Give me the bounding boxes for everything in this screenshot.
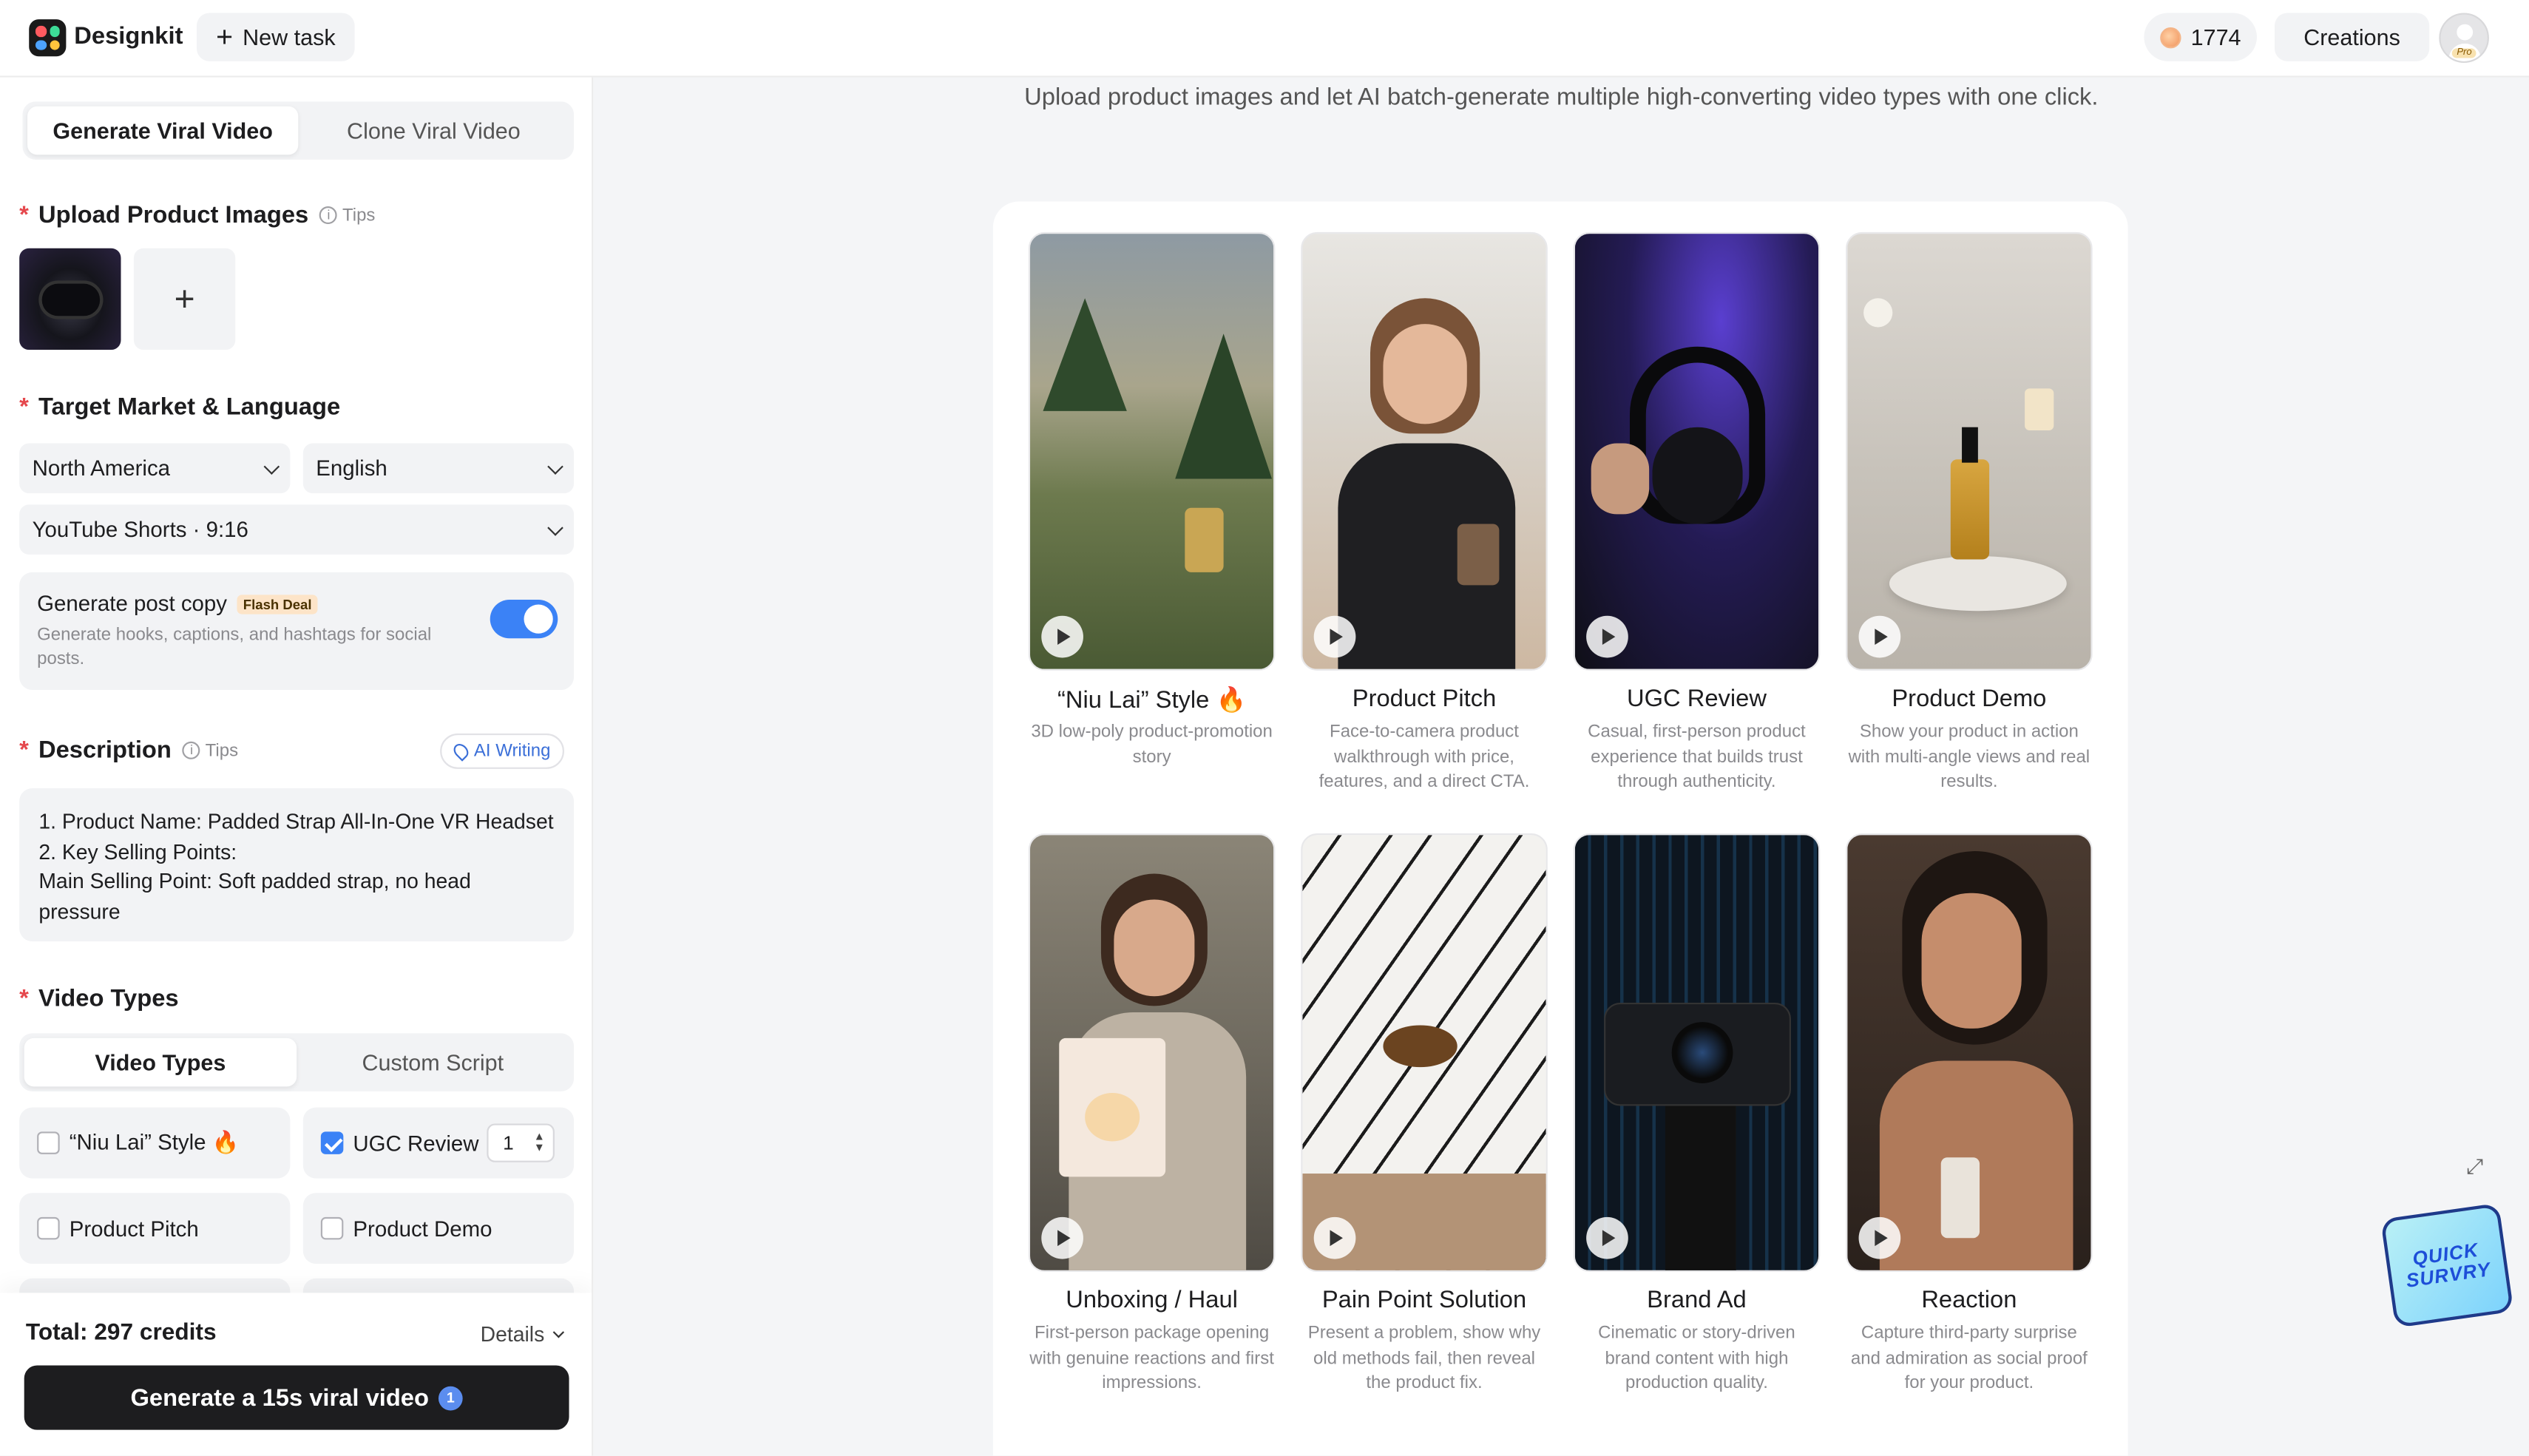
description-line: Main Selling Point: Soft padded strap, n… — [38, 869, 471, 924]
tile-title: UGC Review — [1626, 685, 1767, 713]
tile-description: Show your product in action with multi-a… — [1848, 722, 2090, 792]
play-icon[interactable] — [1858, 615, 1901, 658]
designkit-logo-icon[interactable] — [29, 19, 67, 57]
video-thumbnail[interactable] — [1028, 231, 1276, 671]
tab-clone-viral-video[interactable]: Clone Viral Video — [298, 106, 569, 155]
stepper-arrows-icon[interactable]: ▲ ▼ — [534, 1131, 545, 1154]
description-tips[interactable]: i Tips — [183, 741, 238, 760]
video-thumbnail[interactable] — [1846, 231, 2093, 671]
sidebar: Generate Viral Video Clone Viral Video *… — [0, 77, 594, 1456]
option-product-pitch[interactable]: Product Pitch — [19, 1193, 291, 1264]
new-task-button[interactable]: + New task — [196, 13, 355, 61]
play-icon[interactable] — [1586, 1216, 1628, 1259]
upload-section-title: * Upload Product Images i Tips — [19, 201, 376, 229]
option-niu-lai-style[interactable]: “Niu Lai” Style 🔥 — [19, 1107, 291, 1179]
tab-generate-viral-video[interactable]: Generate Viral Video — [27, 106, 299, 155]
checkbox[interactable] — [320, 1216, 344, 1240]
video-thumbnail[interactable] — [1028, 833, 1276, 1273]
play-icon[interactable] — [1313, 1216, 1356, 1259]
flash-deal-badge: Flash Deal — [237, 594, 319, 614]
video-thumbnail[interactable] — [1301, 833, 1548, 1273]
tile-description: Face-to-camera product walkthrough with … — [1318, 722, 1530, 792]
post-copy-title: Generate post copy — [37, 592, 228, 616]
description-line: 2. Key Selling Points: — [38, 839, 237, 864]
chevron-down-icon — [547, 458, 563, 474]
description-textarea[interactable]: 1. Product Name: Padded Strap All-In-One… — [19, 788, 575, 942]
checkbox[interactable] — [37, 1131, 60, 1154]
info-icon: i — [183, 741, 201, 759]
video-type-gallery: “Niu Lai” Style 🔥 3D low-poly product-pr… — [992, 201, 2128, 1456]
platform-select[interactable]: YouTube Shorts · 9:16 — [19, 504, 575, 555]
play-icon[interactable] — [1858, 1216, 1901, 1259]
video-thumbnail[interactable] — [1846, 833, 2093, 1273]
tile-description: Casual, first-person product experience … — [1588, 722, 1806, 792]
plus-icon: + — [174, 278, 195, 319]
tile-title: Reaction — [1921, 1286, 2017, 1314]
video-thumbnail[interactable] — [1301, 231, 1548, 671]
ugc-quantity-stepper[interactable]: 1 ▲ ▼ — [487, 1123, 555, 1162]
credits-badge[interactable]: 1774 — [2144, 13, 2258, 61]
coin-icon — [2160, 26, 2181, 48]
tile-description: Present a problem, show why old methods … — [1307, 1323, 1541, 1393]
market-section-title: * Target Market & Language — [19, 393, 341, 421]
tile-description: 3D low-poly product-promotion story — [1031, 722, 1273, 767]
tile-description: Capture third-party surprise and admirat… — [1850, 1323, 2088, 1393]
tile-title: Product Demo — [1892, 685, 2047, 713]
credits-count: 1774 — [2190, 24, 2241, 50]
market-select[interactable]: North America — [19, 443, 291, 494]
creations-button[interactable]: Creations — [2274, 13, 2430, 61]
play-icon[interactable] — [1041, 615, 1083, 658]
play-icon[interactable] — [1313, 615, 1356, 658]
post-copy-toggle[interactable] — [490, 599, 558, 639]
tile-description: Cinematic or story-driven brand content … — [1598, 1323, 1795, 1393]
language-select[interactable]: English — [302, 443, 575, 494]
product-image-thumbnail[interactable] — [19, 248, 121, 351]
upload-tips[interactable]: i Tips — [319, 206, 375, 225]
chevron-down-icon — [547, 519, 563, 535]
tile-title: Pain Point Solution — [1321, 1286, 1527, 1314]
checkbox-checked[interactable] — [320, 1131, 344, 1154]
quick-survey-button[interactable]: QUICK SURVRY — [2380, 1202, 2514, 1328]
brand-name[interactable]: Designkit — [74, 23, 183, 50]
total-credits: Total: 297 credits — [25, 1320, 217, 1347]
chevron-down-icon — [552, 1325, 564, 1338]
info-icon: i — [319, 206, 338, 225]
tile-title: Product Pitch — [1352, 685, 1497, 713]
play-icon[interactable] — [1586, 615, 1628, 658]
option-product-demo[interactable]: Product Demo — [302, 1193, 575, 1264]
tile-title: “Niu Lai” Style 🔥 — [1057, 686, 1247, 714]
page-subtitle: Upload product images and let AI batch-g… — [1024, 84, 2099, 112]
details-toggle[interactable]: Details — [481, 1322, 564, 1346]
description-line: 1. Product Name: Padded Strap All-In-One… — [38, 809, 554, 834]
description-section-title: * Description i Tips — [19, 737, 239, 765]
video-types-section-title: * Video Types — [19, 984, 179, 1013]
sidebar-footer: Total: 297 credits Details Generate a 15… — [0, 1293, 592, 1456]
expand-icon[interactable]: ⤢ — [2466, 1154, 2483, 1180]
tab-video-types[interactable]: Video Types — [24, 1037, 297, 1087]
generate-count-badge: 1 — [439, 1385, 463, 1410]
checkbox[interactable] — [37, 1216, 60, 1240]
ai-writing-button[interactable]: AI Writing — [440, 733, 566, 769]
tile-title: Brand Ad — [1647, 1286, 1747, 1314]
tile-title: Unboxing / Haul — [1066, 1286, 1238, 1314]
video-thumbnail[interactable] — [1573, 833, 1821, 1273]
new-task-label: New task — [243, 24, 336, 50]
post-copy-description: Generate hooks, captions, and hashtags f… — [37, 625, 432, 669]
tile-description: First-person package opening with genuin… — [1029, 1323, 1274, 1393]
play-icon[interactable] — [1041, 1216, 1083, 1259]
ai-pin-icon — [450, 741, 472, 762]
video-thumbnail[interactable] — [1573, 231, 1821, 671]
generate-button[interactable]: Generate a 15s viral video 1 — [24, 1365, 569, 1430]
mode-tabs: Generate Viral Video Clone Viral Video — [22, 101, 575, 160]
add-image-button[interactable]: + — [133, 248, 236, 351]
chevron-down-icon — [263, 458, 280, 474]
tab-custom-script[interactable]: Custom Script — [297, 1038, 569, 1086]
video-type-tabs: Video Types Custom Script — [19, 1033, 575, 1091]
post-copy-card: Generate post copy Flash Deal Generate h… — [19, 572, 575, 691]
top-bar: Designkit + New task 1774 Creations Pro — [0, 0, 2529, 78]
pro-badge: Pro — [2451, 48, 2477, 58]
plus-icon: + — [216, 21, 234, 53]
